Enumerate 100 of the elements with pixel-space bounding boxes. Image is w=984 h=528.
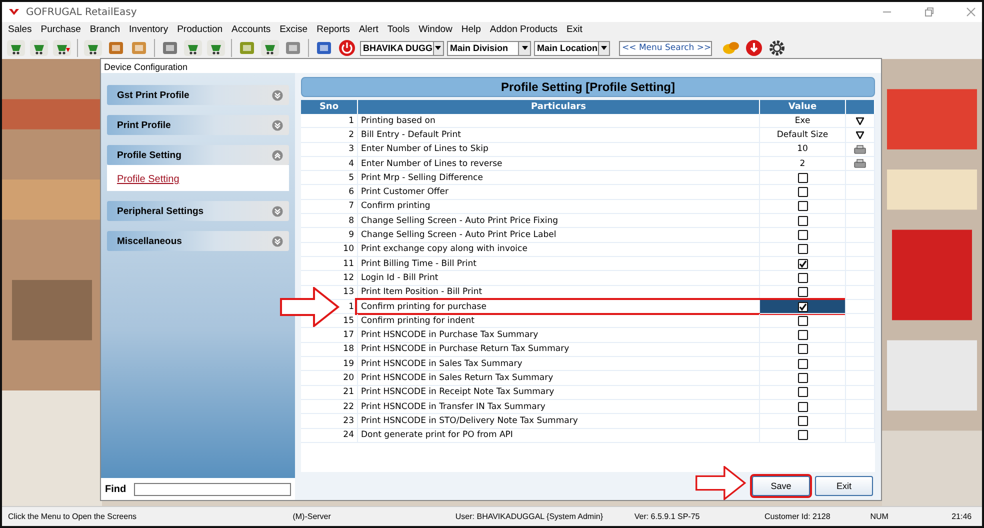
table-cell: Print HSNCODE in Receipt Note Tax Summary — [358, 386, 760, 400]
table-cell: 22 — [301, 400, 358, 414]
table-cell: 10 — [301, 242, 358, 257]
status-text: User: BHAVIKADUGGAL {System Admin} — [455, 512, 604, 521]
location-dropdown[interactable]: Main Location — [534, 40, 610, 56]
menu-item[interactable]: Tools — [387, 24, 410, 35]
checkbox[interactable] — [798, 230, 808, 240]
table-cell: 7 — [301, 200, 358, 214]
expand-icon[interactable] — [272, 90, 283, 100]
expand-icon[interactable] — [272, 236, 283, 246]
menu-item[interactable]: Purchase — [40, 24, 81, 35]
find-field[interactable] — [134, 482, 291, 496]
checkbox[interactable] — [798, 402, 808, 412]
menu-item[interactable]: Inventory — [129, 24, 168, 35]
table-cell: Change Selling Screen - Auto Print Price Fixing — [358, 214, 760, 228]
cart-icon[interactable] — [83, 39, 103, 57]
menu-item[interactable]: Alert — [358, 24, 378, 35]
close-icon[interactable] — [966, 7, 976, 17]
table-cell: 15 — [301, 314, 358, 328]
table-cell: Print HSNCODE in STO/Delivery Note Tax Summary — [358, 414, 760, 429]
user-dropdown[interactable]: BHAVIKA DUGG — [360, 40, 444, 56]
checkbox[interactable] — [798, 187, 808, 198]
exit-button[interactable]: Exit — [815, 476, 873, 496]
menu-item[interactable]: Accounts — [232, 24, 271, 35]
cart-icon[interactable] — [206, 39, 226, 57]
table-cell: 9 — [301, 228, 358, 243]
table-cell: Confirm printing for indent — [358, 314, 760, 328]
menu-item[interactable]: Window — [418, 24, 452, 35]
checkbox[interactable] — [798, 358, 808, 369]
cart-icon[interactable] — [29, 39, 49, 57]
status-text: NUM — [870, 512, 890, 521]
table-cell: Enter Number of Lines to reverse — [358, 156, 760, 172]
table-cell: Print HSNCODE in Purchase Tax Summary — [358, 328, 760, 343]
sidebar-link[interactable]: Profile Setting — [117, 174, 180, 185]
menu-item[interactable]: Help — [461, 24, 481, 35]
restore-icon[interactable] — [924, 7, 934, 17]
menu-item[interactable]: Branch — [90, 24, 120, 35]
window-title: GOFRUGAL RetailEasy — [26, 6, 137, 18]
dialog-title: Device Configuration — [103, 61, 189, 73]
caret-icon — [522, 46, 528, 50]
table-cell: Exe — [760, 114, 846, 128]
table-cell: 2 — [760, 156, 846, 172]
checkbox[interactable] — [798, 287, 808, 298]
checkbox[interactable] — [798, 258, 808, 269]
cart-icon[interactable] — [183, 39, 203, 57]
status-text: Customer Id: 2128 — [764, 512, 832, 521]
accordion-header[interactable]: Peripheral Settings — [107, 201, 289, 221]
checkbox[interactable] — [798, 216, 808, 226]
spinner-icon[interactable] — [854, 159, 866, 168]
checkbox[interactable] — [798, 272, 808, 283]
spinner-icon[interactable] — [854, 144, 866, 154]
accordion-header[interactable]: Profile Setting — [107, 145, 289, 165]
table-cell: 4 — [301, 156, 358, 172]
checkbox[interactable] — [798, 387, 808, 398]
checkbox[interactable] — [798, 416, 808, 426]
accordion-header[interactable]: Gst Print Profile — [107, 85, 289, 105]
collapse-icon[interactable] — [272, 150, 283, 160]
accordion-header[interactable]: Print Profile — [107, 115, 289, 135]
caret-icon — [435, 46, 442, 50]
table-cell: Dont generate print for PO from API — [358, 428, 760, 443]
table-cell: Print exchange copy along with invoice — [358, 242, 760, 257]
checkbox[interactable] — [798, 330, 808, 340]
menu-item[interactable]: Exit — [566, 24, 582, 35]
table-cell: 8 — [301, 214, 358, 228]
cart-icon[interactable] — [52, 39, 72, 57]
download-icon[interactable] — [744, 39, 764, 57]
menu-search-field[interactable]: << Menu Search >> — [619, 40, 712, 56]
table-cell: Print Mrp - Selling Difference — [358, 171, 760, 186]
table-cell: 20 — [301, 371, 358, 386]
table-cell: Print Customer Offer — [358, 185, 760, 200]
menu-item[interactable]: Reports — [316, 24, 350, 35]
checkbox[interactable] — [798, 372, 808, 383]
expand-icon[interactable] — [272, 206, 283, 216]
checkbox[interactable] — [798, 316, 808, 326]
caret-icon — [600, 46, 607, 50]
accordion-header[interactable]: Miscellaneous — [107, 231, 289, 251]
checkbox[interactable] — [798, 344, 808, 354]
menu-item[interactable]: Sales — [8, 24, 32, 35]
chat-icon[interactable] — [721, 39, 741, 57]
checkbox[interactable] — [798, 201, 808, 212]
menu-item[interactable]: Production — [177, 24, 223, 35]
table-cell: 24 — [301, 428, 358, 443]
status-text: Ver: 6.5.9.1 SP-75 — [634, 512, 701, 521]
status-text: (M)-Server — [292, 512, 332, 521]
checkbox[interactable] — [798, 244, 808, 254]
settings-icon[interactable] — [767, 39, 787, 57]
division-dropdown[interactable]: Main Division — [447, 40, 531, 56]
column-header: Value — [760, 100, 846, 114]
checkbox[interactable] — [798, 430, 808, 440]
save-button[interactable]: Save — [752, 476, 810, 496]
menu-item[interactable]: Excise — [280, 24, 308, 35]
checkbox[interactable] — [798, 172, 808, 183]
power-icon[interactable] — [337, 39, 357, 57]
cart-icon[interactable] — [6, 39, 26, 57]
checkbox[interactable] — [798, 302, 808, 312]
status-text: 21:46 — [952, 512, 973, 521]
table-cell: 6 — [301, 185, 358, 200]
expand-icon[interactable] — [272, 120, 283, 130]
cart-icon[interactable] — [260, 39, 280, 57]
menu-item[interactable]: Addon Products — [490, 24, 558, 35]
